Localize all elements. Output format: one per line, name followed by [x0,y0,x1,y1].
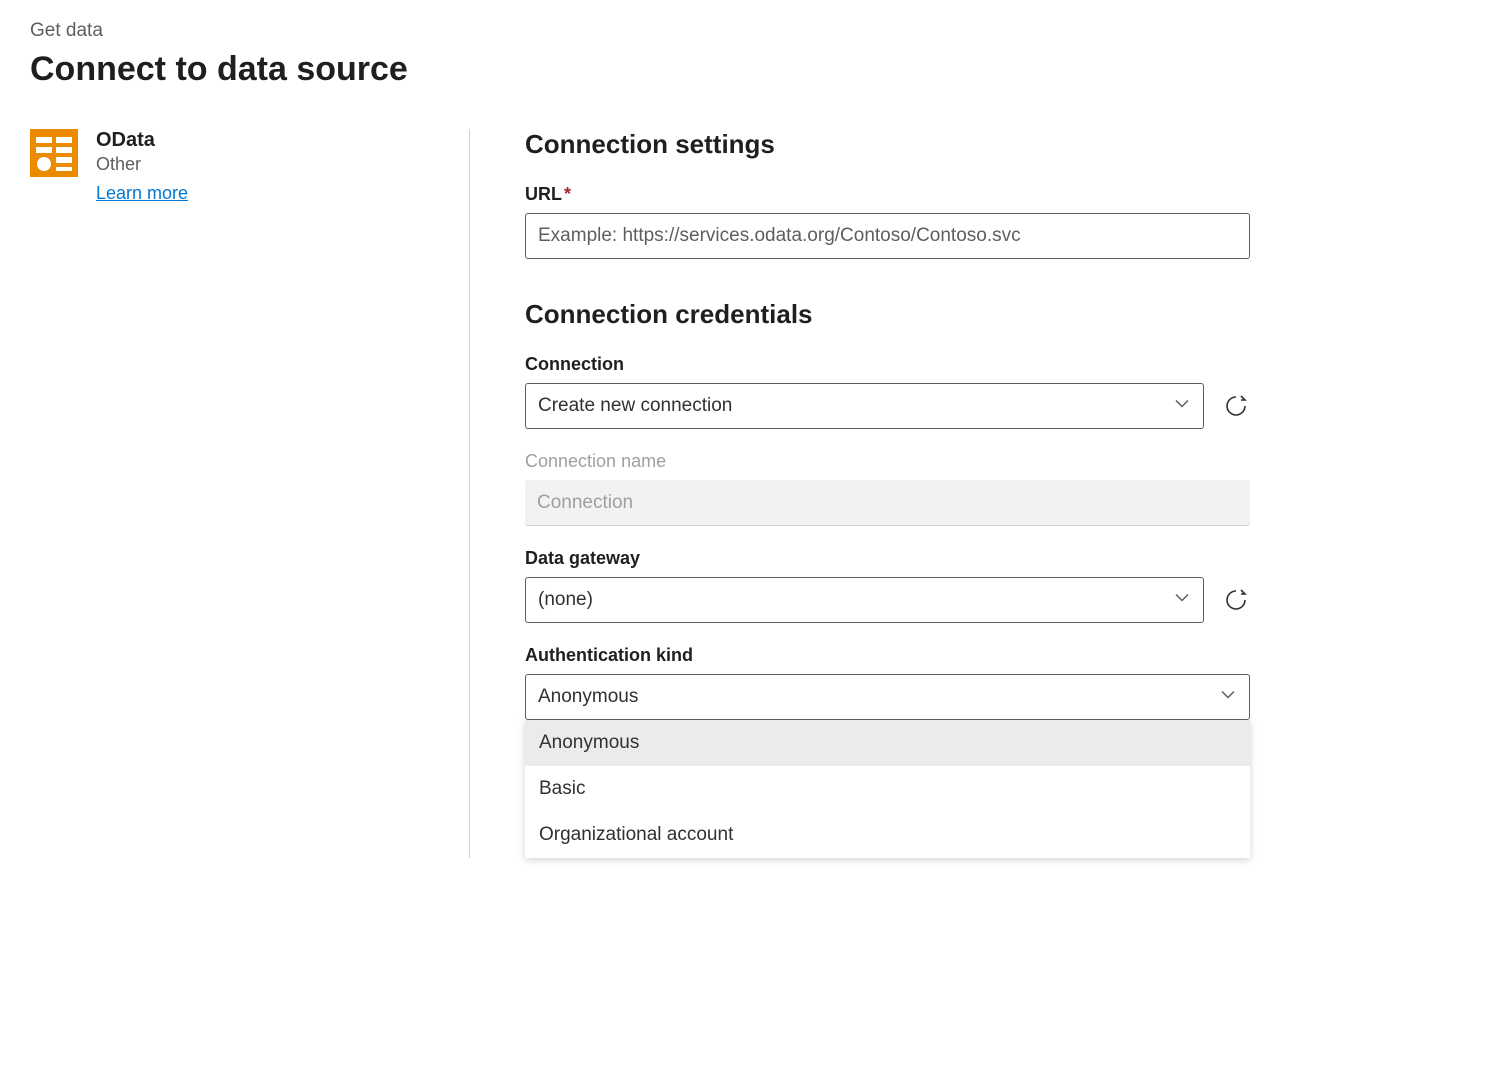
connection-settings-heading: Connection settings [525,129,1250,160]
breadcrumb: Get data [30,20,1472,42]
connector-summary: OData Other Learn more [30,129,470,858]
connector-category: Other [96,154,188,175]
data-gateway-select-value: (none) [538,589,593,611]
page-title: Connect to data source [30,50,1472,89]
auth-option-basic[interactable]: Basic [525,766,1250,812]
url-label-text: URL [525,184,562,204]
url-label: URL* [525,184,1250,205]
connection-name-input [525,480,1250,526]
connection-name-label: Connection name [525,451,1250,472]
learn-more-link[interactable]: Learn more [96,183,188,204]
data-gateway-label: Data gateway [525,548,1250,569]
authentication-kind-dropdown: Anonymous Basic Organizational account [525,720,1250,858]
connection-select-value: Create new connection [538,395,732,417]
url-input[interactable] [525,213,1250,259]
authentication-kind-select-value: Anonymous [538,686,638,708]
authentication-kind-select[interactable]: Anonymous [525,674,1250,720]
auth-option-organizational[interactable]: Organizational account [525,812,1250,858]
required-indicator: * [564,184,571,204]
connection-select[interactable]: Create new connection [525,383,1204,429]
odata-icon [30,129,78,177]
connection-label: Connection [525,354,1250,375]
refresh-gateway-button[interactable] [1222,586,1250,614]
connector-name: OData [96,129,188,152]
refresh-connection-button[interactable] [1222,392,1250,420]
data-gateway-select[interactable]: (none) [525,577,1204,623]
authentication-kind-label: Authentication kind [525,645,1250,666]
auth-option-anonymous[interactable]: Anonymous [525,720,1250,766]
connection-credentials-heading: Connection credentials [525,299,1250,330]
